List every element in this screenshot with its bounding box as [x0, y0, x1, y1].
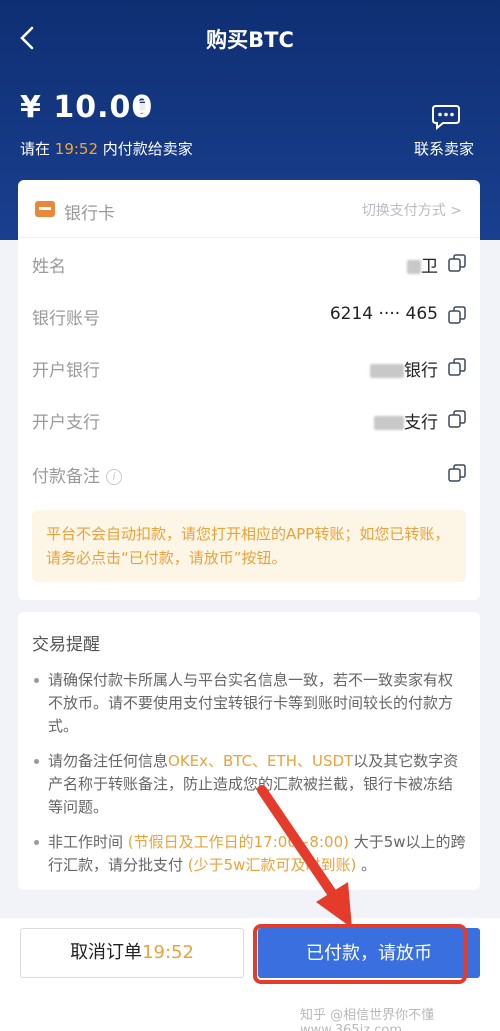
payee-name-row: 姓名 卫: [18, 244, 480, 284]
bank-branch-value: 支行: [374, 408, 438, 433]
tip-item: 请确保付款卡所属人与平台实名信息一致，若不一致卖家有权不放币。请不要使用支付宝转…: [32, 669, 466, 738]
payment-deadline: 请在 19:52 内付款给卖家: [20, 140, 193, 158]
account-number-row: 银行账号 6214 ···· 465: [18, 296, 480, 336]
copy-icon[interactable]: [448, 358, 466, 376]
auto-deduct-notice: 平台不会自动扣款，请您打开相应的APP转账；如您已转账，请务必点击“已付款，请放…: [32, 510, 466, 582]
copy-icon[interactable]: [448, 464, 466, 482]
copy-icon[interactable]: [136, 100, 150, 114]
payment-details-card: 银行卡 切换支付方式 > 姓名 卫 银行账号 6214 ···· 465 开户银…: [18, 180, 480, 600]
copy-icon[interactable]: [448, 306, 466, 324]
payee-name-value: 卫: [407, 252, 438, 277]
cancel-order-button[interactable]: 取消订单19:52: [20, 928, 244, 978]
payment-method-title: 银行卡: [64, 204, 115, 224]
tip-item: 非工作时间 (节假日及工作日的17:00~8:00) 大于5w以上的跨行汇款，请…: [32, 831, 466, 877]
switch-payment-method[interactable]: 切换支付方式 >: [362, 200, 462, 220]
bank-branch-row: 开户支行 支行: [18, 400, 480, 440]
bank-name-row: 开户银行 银行: [18, 348, 480, 388]
countdown-time: 19:52: [54, 140, 99, 158]
account-number-value: 6214 ···· 465: [329, 304, 438, 324]
copy-icon[interactable]: [448, 410, 466, 428]
tip-item: 请勿备注任何信息OKEx、BTC、ETH、USDT以及其它数字资产名称于转账备注…: [32, 750, 466, 819]
copy-icon[interactable]: [448, 254, 466, 272]
contact-seller-link[interactable]: 联系卖家: [414, 138, 474, 159]
highlight-box: [253, 924, 467, 984]
tips-title: 交易提醒: [32, 635, 100, 655]
watermark: 知乎 @相信世界你不懂 www.365jz.com: [300, 1008, 435, 1031]
page-title: 购买BTC: [206, 28, 294, 52]
payment-method-header: 银行卡 切换支付方式 >: [18, 180, 480, 238]
payment-remark-row: 付款备注 i: [18, 454, 480, 494]
info-icon[interactable]: i: [106, 469, 122, 485]
bank-card-icon: [35, 201, 55, 217]
order-amount: ¥ 10.00: [20, 90, 154, 125]
chat-icon[interactable]: [431, 104, 461, 130]
trade-tips-card: 交易提醒 请确保付款卡所属人与平台实名信息一致，若不一致卖家有权不放币。请不要使…: [18, 612, 480, 890]
bank-name-value: 银行: [370, 356, 438, 381]
